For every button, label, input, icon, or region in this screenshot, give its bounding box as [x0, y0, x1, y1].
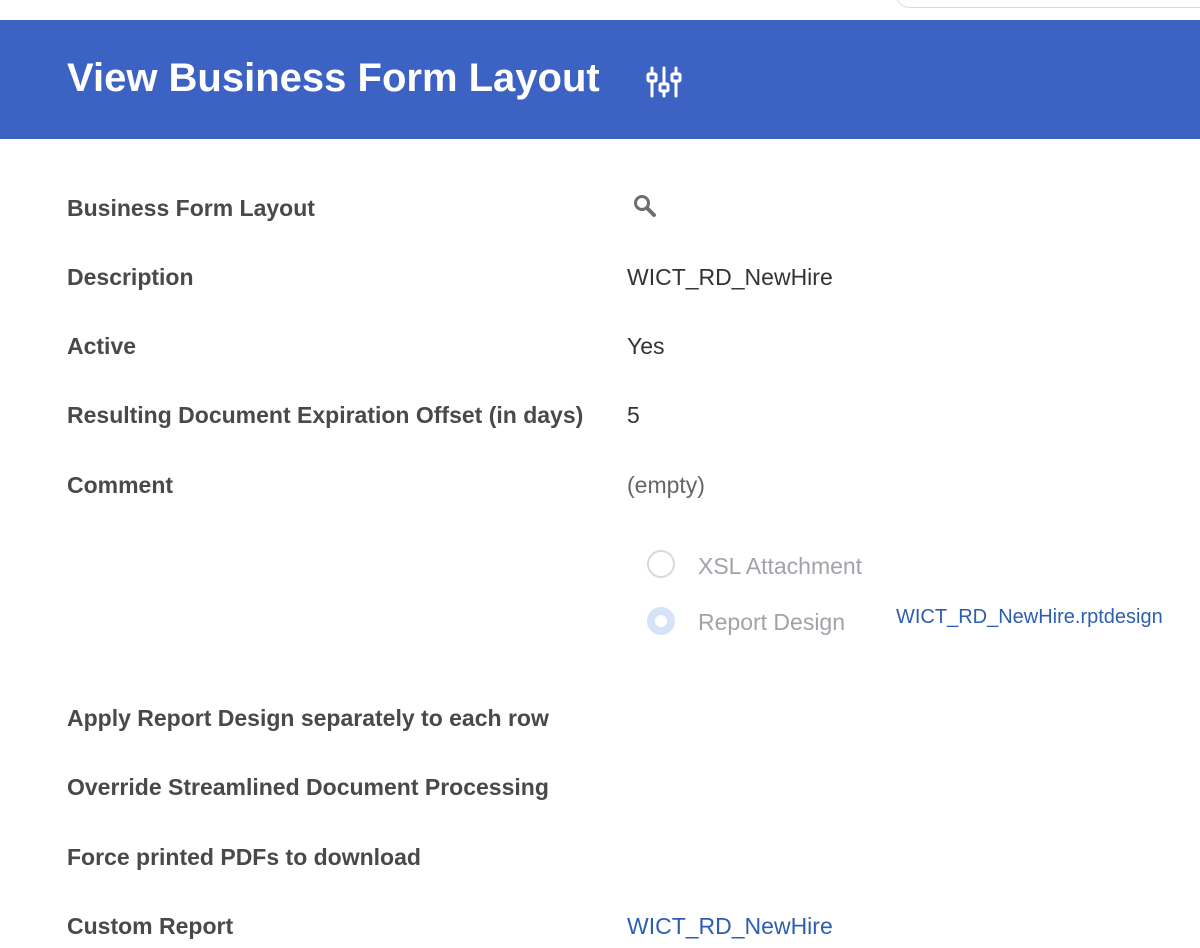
force-pdf-download-label: Force printed PDFs to download: [67, 844, 421, 870]
active-label: Active: [67, 333, 137, 359]
page-title: View Business Form Layout: [67, 56, 600, 100]
comment-value: (empty): [627, 472, 705, 498]
business-form-layout-label: Business Form Layout: [67, 195, 315, 221]
radio-label-report-design: Report Design: [698, 609, 846, 635]
search-icon[interactable]: [632, 193, 658, 219]
expiration-offset-value: 5: [627, 402, 640, 428]
description-label: Description: [67, 264, 194, 290]
radio-xsl-attachment[interactable]: [647, 550, 675, 578]
description-value: WICT_RD_NewHire: [627, 264, 833, 290]
related-actions-button[interactable]: [646, 62, 682, 102]
custom-report-label: Custom Report: [67, 913, 234, 939]
radio-report-design[interactable]: [647, 607, 675, 635]
apply-separately-label: Apply Report Design separately to each r…: [67, 705, 549, 731]
override-streamlined-label: Override Streamlined Document Processing: [67, 774, 549, 800]
comment-label: Comment: [67, 472, 174, 498]
browser-top-strip: [0, 0, 1200, 20]
radio-label-xsl-attachment: XSL Attachment: [698, 553, 863, 579]
active-value: Yes: [627, 333, 665, 359]
sliders-icon: [646, 66, 682, 98]
form-content: [0, 139, 1200, 948]
search-bar-edge: [895, 0, 1200, 8]
custom-report-link[interactable]: WICT_RD_NewHire: [627, 911, 833, 941]
report-design-file-link[interactable]: WICT_RD_NewHire.rptdesign: [896, 603, 1163, 631]
expiration-offset-label: Resulting Document Expiration Offset (in…: [67, 402, 584, 428]
